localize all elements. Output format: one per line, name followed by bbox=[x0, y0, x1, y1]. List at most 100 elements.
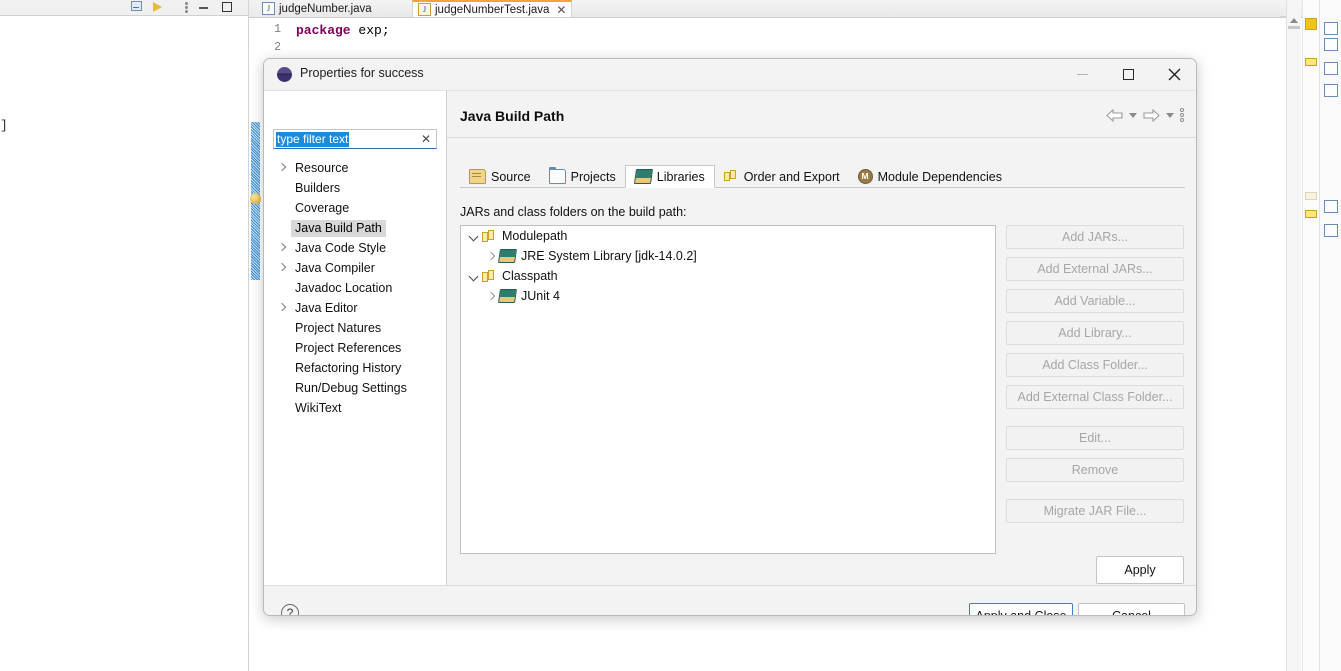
forward-dropdown-icon[interactable] bbox=[1166, 113, 1174, 118]
window-close-button[interactable] bbox=[1151, 59, 1196, 90]
tree-row-label: Classpath bbox=[502, 269, 558, 283]
sidebar-item-label: Resource bbox=[295, 160, 349, 175]
filter-input[interactable]: type filter text bbox=[276, 132, 350, 147]
outline-item-icon[interactable] bbox=[1324, 224, 1338, 237]
maximize-icon[interactable] bbox=[222, 1, 235, 13]
sidebar-item-javadoc-location[interactable]: Javadoc Location bbox=[264, 278, 446, 298]
add-library-button[interactable]: Add Library... bbox=[1006, 321, 1184, 345]
code-line: package exp; bbox=[296, 23, 390, 38]
sidebar-item-coverage[interactable]: Coverage bbox=[264, 198, 446, 218]
scrollbar-thumb[interactable] bbox=[1288, 26, 1300, 29]
sidebar-item-refactoring-history[interactable]: Refactoring History bbox=[264, 358, 446, 378]
window-minimize-button[interactable] bbox=[1059, 59, 1105, 90]
editor-tab-label: judgeNumberTest.java bbox=[435, 3, 550, 16]
view-menu-icon[interactable] bbox=[1180, 108, 1184, 123]
sidebar-item-label: Refactoring History bbox=[295, 360, 402, 375]
quick-fix-bulb-icon[interactable] bbox=[250, 193, 261, 204]
tree-row-classpath[interactable]: Classpath bbox=[461, 266, 995, 286]
ide-right-column bbox=[1319, 0, 1341, 671]
tree-row-modulepath[interactable]: Modulepath bbox=[461, 226, 995, 246]
sidebar-item-java-code-style[interactable]: Java Code Style bbox=[264, 238, 446, 258]
add-jars-button[interactable]: Add JARs... bbox=[1006, 225, 1184, 249]
outline-item-icon[interactable] bbox=[1324, 22, 1338, 35]
sidebar-item-project-references[interactable]: Project References bbox=[264, 338, 446, 358]
tab-label: Order and Export bbox=[743, 169, 840, 184]
editor-tab-judgenumbertest[interactable]: J judgeNumberTest.java ✕ bbox=[412, 0, 573, 17]
annotation-marker[interactable] bbox=[1305, 58, 1317, 66]
link-with-editor-icon[interactable] bbox=[153, 1, 166, 13]
title-divider bbox=[447, 137, 1196, 138]
outline-item-icon[interactable] bbox=[1324, 84, 1338, 97]
eclipse-properties-icon bbox=[277, 67, 292, 82]
annotation-marker[interactable] bbox=[1305, 210, 1317, 218]
annotation-marker[interactable] bbox=[1305, 18, 1317, 30]
chevron-right-icon[interactable] bbox=[486, 251, 497, 262]
sidebar-item-run-debug-settings[interactable]: Run/Debug Settings bbox=[264, 378, 446, 398]
chevron-right-icon[interactable] bbox=[486, 291, 497, 302]
chevron-down-icon[interactable] bbox=[469, 271, 480, 282]
apply-row: Apply bbox=[447, 556, 1196, 586]
tab-order-and-export[interactable]: Order and Export bbox=[715, 165, 849, 188]
annotation-marker[interactable] bbox=[1305, 192, 1317, 200]
sidebar-item-java-compiler[interactable]: Java Compiler bbox=[264, 258, 446, 278]
apply-and-close-button[interactable]: Apply and Close bbox=[969, 603, 1073, 615]
sidebar-item-builders[interactable]: Builders bbox=[264, 178, 446, 198]
annotation-ruler[interactable] bbox=[1302, 0, 1320, 671]
sidebar-item-label: Coverage bbox=[295, 200, 350, 215]
tab-source[interactable]: Source bbox=[460, 165, 540, 188]
sidebar-item-label: Java Code Style bbox=[295, 240, 387, 255]
edit-button[interactable]: Edit... bbox=[1006, 426, 1184, 450]
add-external-jars-button[interactable]: Add External JARs... bbox=[1006, 257, 1184, 281]
tree-row-junit4[interactable]: JUnit 4 bbox=[461, 286, 995, 306]
filter-input-wrapper[interactable]: type filter text ✕ bbox=[273, 129, 437, 149]
tab-libraries[interactable]: Libraries bbox=[624, 165, 715, 188]
clear-icon[interactable]: ✕ bbox=[421, 132, 431, 146]
sidebar-item-resource[interactable]: Resource bbox=[264, 158, 446, 178]
sidebar-item-project-natures[interactable]: Project Natures bbox=[264, 318, 446, 338]
scroll-up-arrow-icon[interactable] bbox=[1290, 18, 1298, 23]
cancel-button[interactable]: Cancel bbox=[1078, 603, 1185, 615]
add-variable-button[interactable]: Add Variable... bbox=[1006, 289, 1184, 313]
minimize-icon[interactable] bbox=[199, 1, 212, 13]
remove-button[interactable]: Remove bbox=[1006, 458, 1184, 482]
sidebar-item-java-build-path[interactable]: Java Build Path bbox=[264, 218, 446, 238]
sidebar-item-java-editor[interactable]: Java Editor bbox=[264, 298, 446, 318]
tab-module-dependencies[interactable]: M Module Dependencies bbox=[849, 165, 1011, 188]
chevron-right-icon[interactable] bbox=[279, 263, 286, 272]
chevron-right-icon[interactable] bbox=[279, 243, 286, 252]
outline-item-icon[interactable] bbox=[1324, 200, 1338, 213]
collapse-all-icon[interactable] bbox=[131, 1, 144, 13]
tree-row-jre-system-library[interactable]: JRE System Library [jdk-14.0.2] bbox=[461, 246, 995, 266]
screen-root: ] J judgeNumber.java J judgeNumberTest.j… bbox=[0, 0, 1341, 671]
apply-button[interactable]: Apply bbox=[1096, 556, 1184, 584]
dialog-titlebar[interactable]: Properties for success bbox=[264, 59, 1196, 91]
view-menu-icon[interactable] bbox=[181, 1, 194, 13]
migrate-jar-file-button[interactable]: Migrate JAR File... bbox=[1006, 499, 1184, 523]
left-panel-text: ] bbox=[0, 118, 8, 133]
add-external-class-folder-button[interactable]: Add External Class Folder... bbox=[1006, 385, 1184, 409]
outline-item-icon[interactable] bbox=[1324, 38, 1338, 51]
chevron-down-icon[interactable] bbox=[469, 231, 480, 242]
ide-left-panel: ] bbox=[0, 0, 249, 671]
tab-label: Module Dependencies bbox=[877, 169, 1002, 184]
sidebar-item-wikitext[interactable]: WikiText bbox=[264, 398, 446, 418]
add-class-folder-button[interactable]: Add Class Folder... bbox=[1006, 353, 1184, 377]
code-keyword: package bbox=[296, 23, 351, 38]
forward-arrow-icon[interactable] bbox=[1143, 108, 1160, 123]
window-maximize-button[interactable] bbox=[1105, 59, 1151, 90]
build-path-tree[interactable]: Modulepath JRE System Library [jdk-14.0.… bbox=[460, 225, 996, 554]
outline-item-icon[interactable] bbox=[1324, 62, 1338, 75]
tab-projects[interactable]: Projects bbox=[540, 165, 625, 188]
chevron-right-icon[interactable] bbox=[279, 303, 286, 312]
back-dropdown-icon[interactable] bbox=[1129, 113, 1137, 118]
java-file-warning-icon: J bbox=[418, 3, 431, 16]
editor-vertical-scrollbar[interactable] bbox=[1286, 0, 1301, 671]
chevron-right-icon[interactable] bbox=[279, 163, 286, 172]
editor-tab-judgenumber[interactable]: J judgeNumber.java bbox=[257, 0, 377, 17]
path-entry-icon bbox=[482, 269, 497, 283]
back-arrow-icon[interactable] bbox=[1106, 108, 1123, 123]
sidebar-item-label: Java Build Path bbox=[291, 219, 386, 237]
help-icon[interactable]: ? bbox=[281, 604, 299, 615]
build-path-action-buttons: Add JARs... Add External JARs... Add Var… bbox=[1006, 225, 1184, 531]
close-icon[interactable]: ✕ bbox=[556, 4, 566, 16]
